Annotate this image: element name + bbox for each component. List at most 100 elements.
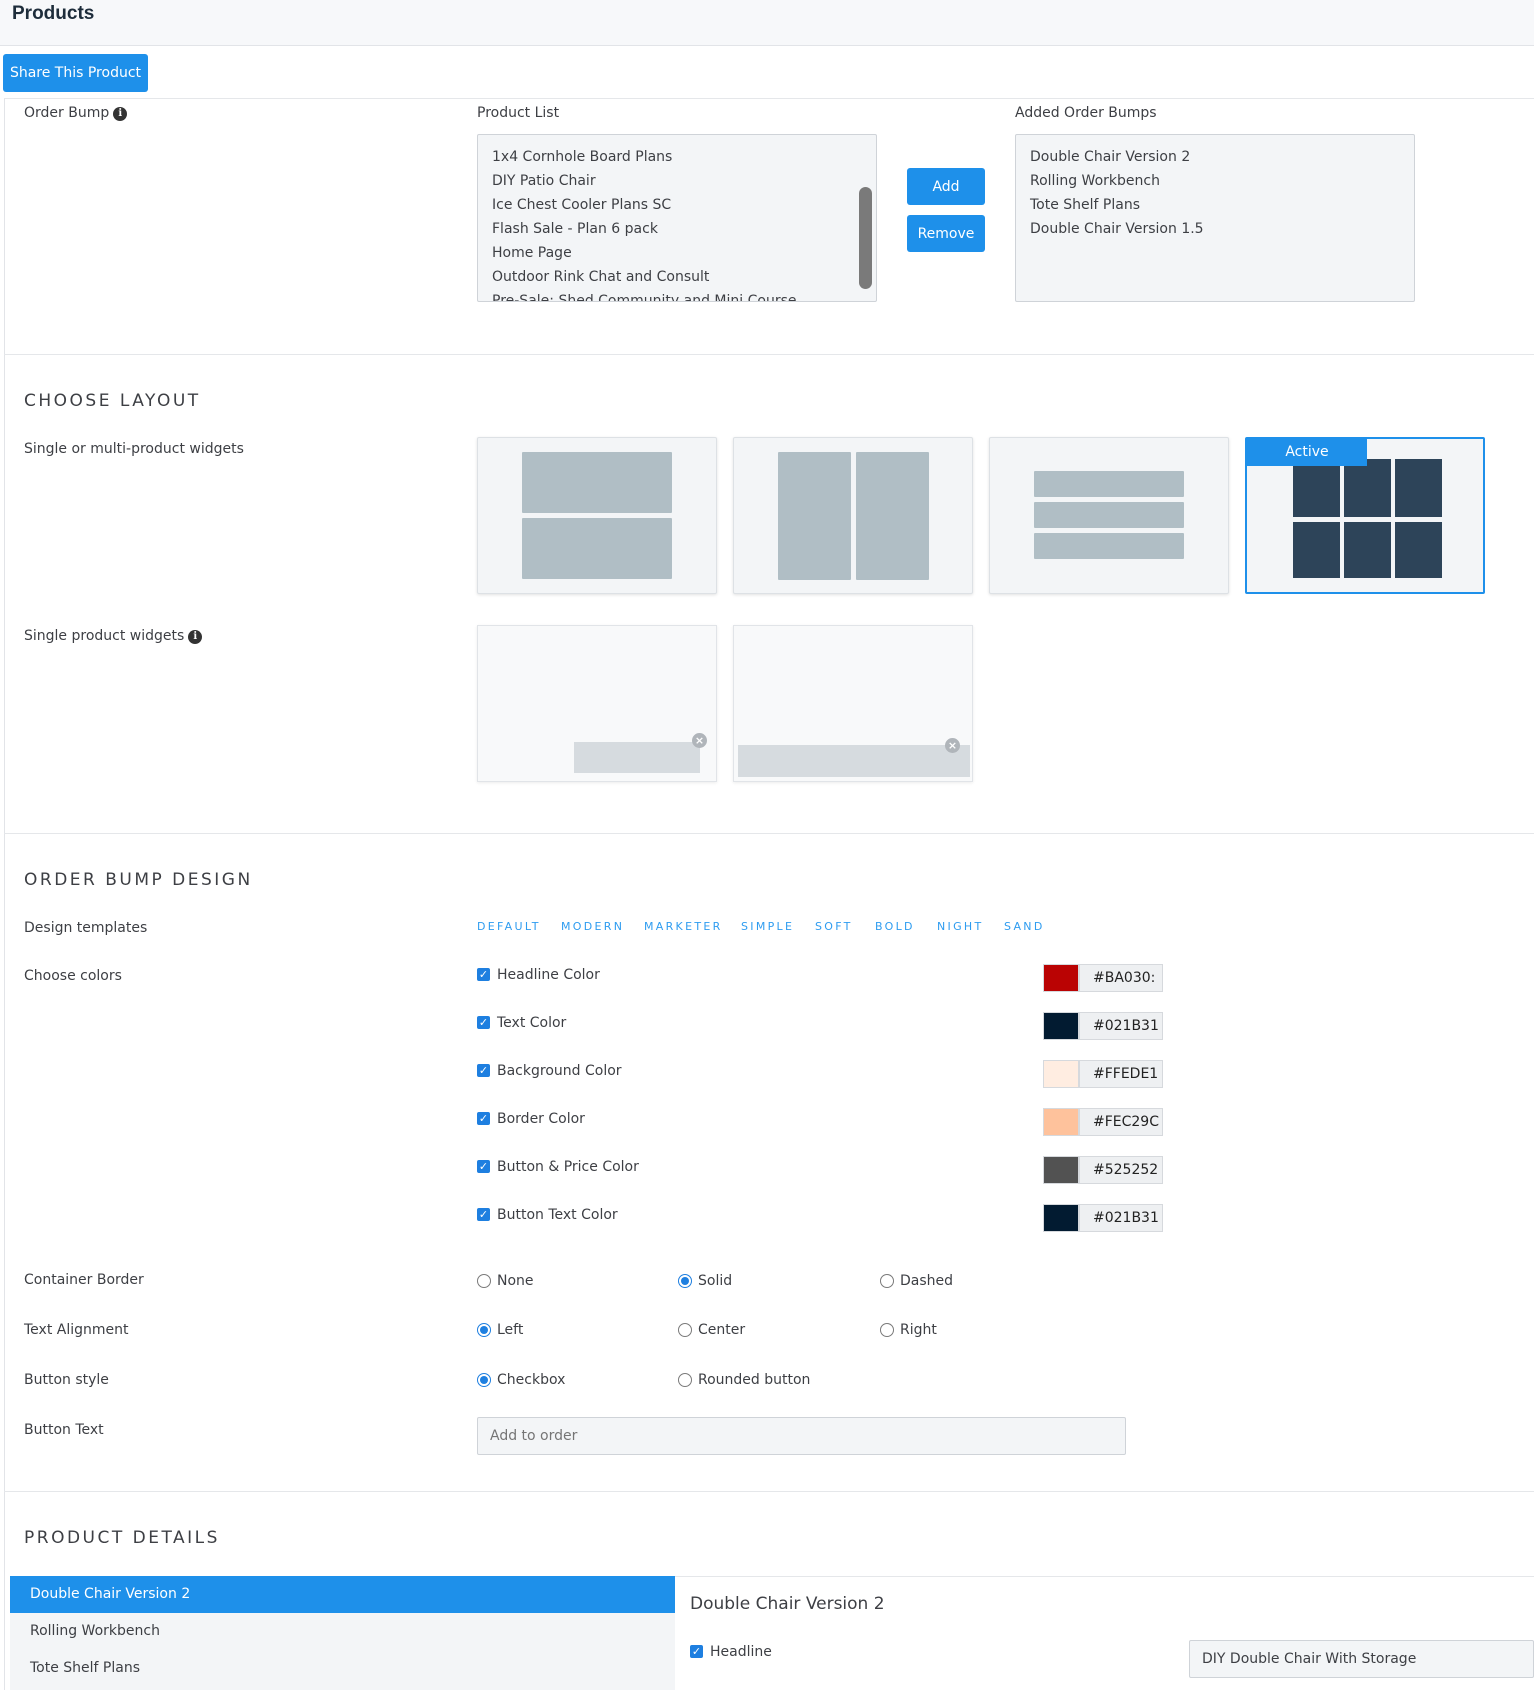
added-order-bumps-select[interactable]: Double Chair Version 2 Rolling Workbench… [1015, 134, 1415, 302]
design-templates-label: Design templates [24, 920, 148, 936]
product-detail-title: Double Chair Version 2 [690, 1594, 885, 1614]
added-order-bumps-title: Added Order Bumps [1015, 105, 1157, 121]
choose-colors-label: Choose colors [24, 968, 122, 984]
color-label: Button Text Color [497, 1207, 618, 1223]
top-bar: Products [0, 0, 1534, 46]
info-circle-icon[interactable]: i [188, 630, 203, 644]
radio-label: Solid [698, 1273, 733, 1289]
button-price-color-checkbox[interactable]: ✓ [477, 1160, 490, 1173]
template-modern[interactable]: MODERN [561, 920, 624, 933]
template-default[interactable]: DEFAULT [477, 920, 541, 933]
color-swatch[interactable] [1043, 964, 1079, 992]
align-right-radio[interactable] [880, 1323, 894, 1337]
template-simple[interactable]: SIMPLE [741, 920, 794, 933]
divider [4, 1491, 1534, 1492]
text-alignment-label: Text Alignment [24, 1322, 129, 1338]
headline-checkbox[interactable]: ✓ [690, 1645, 703, 1658]
button-style-label: Button style [24, 1372, 109, 1388]
radio-label: None [497, 1273, 534, 1289]
list-item[interactable]: Ice Chest Cooler Plans SC [478, 193, 876, 217]
product-list-title: Product List [477, 105, 560, 121]
page-title: Products [12, 3, 95, 24]
divider [4, 833, 1534, 834]
info-circle-icon[interactable]: i [113, 107, 128, 121]
product-list-select[interactable]: 1x4 Cornhole Board Plans DIY Patio Chair… [477, 134, 877, 302]
layout-option-two-columns[interactable] [733, 437, 973, 594]
color-hex-input[interactable]: #021B31 [1079, 1204, 1163, 1232]
color-hex-input[interactable]: #FEC29C [1079, 1108, 1163, 1136]
background-color-checkbox[interactable]: ✓ [477, 1064, 490, 1077]
color-swatch[interactable] [1043, 1108, 1079, 1136]
active-badge: Active [1247, 439, 1367, 466]
align-left-radio[interactable] [477, 1323, 491, 1337]
list-item[interactable]: 1x4 Cornhole Board Plans [478, 145, 876, 169]
product-details-item-selected[interactable]: Double Chair Version 2 [10, 1576, 675, 1613]
radio-label: Center [698, 1322, 746, 1338]
layout-option-three-rows[interactable] [989, 437, 1229, 594]
product-details-item[interactable]: Tote Shelf Plans [10, 1650, 675, 1687]
color-label: Border Color [497, 1111, 585, 1127]
headline-color-checkbox[interactable]: ✓ [477, 968, 490, 981]
list-item[interactable]: Flash Sale - Plan 6 pack [478, 217, 876, 241]
radio-label: Dashed [900, 1273, 954, 1289]
container-border-label: Container Border [24, 1272, 144, 1288]
close-icon: × [692, 733, 707, 748]
single-widgets-label: Single product widgets i [24, 628, 203, 644]
color-hex-input[interactable]: #FFEDE1 [1079, 1060, 1163, 1088]
color-hex-input[interactable]: #525252 [1079, 1156, 1163, 1184]
color-swatch[interactable] [1043, 1012, 1079, 1040]
color-swatch[interactable] [1043, 1060, 1079, 1088]
color-hex-input[interactable]: #BA030: [1079, 964, 1163, 992]
multi-widgets-label: Single or multi-product widgets [24, 441, 244, 457]
list-item[interactable]: Double Chair Version 2 [1016, 145, 1414, 169]
product-details-item[interactable]: Rolling Workbench [10, 1613, 675, 1650]
color-swatch[interactable] [1043, 1204, 1079, 1232]
border-solid-radio[interactable] [678, 1274, 692, 1288]
scrollbar-thumb[interactable] [859, 187, 872, 289]
single-widget-option-floating[interactable]: × [477, 625, 717, 782]
align-center-radio[interactable] [678, 1323, 692, 1337]
divider [4, 98, 1534, 99]
text-color-checkbox[interactable]: ✓ [477, 1016, 490, 1029]
headline-input[interactable] [1189, 1640, 1534, 1678]
border-none-radio[interactable] [477, 1274, 491, 1288]
style-checkbox-radio[interactable] [477, 1373, 491, 1387]
remove-button[interactable]: Remove [907, 215, 985, 252]
button-text-input[interactable] [477, 1417, 1126, 1455]
border-dashed-radio[interactable] [880, 1274, 894, 1288]
template-soft[interactable]: SOFT [815, 920, 853, 933]
border-color-checkbox[interactable]: ✓ [477, 1112, 490, 1125]
style-rounded-button-radio[interactable] [678, 1373, 692, 1387]
list-item[interactable]: Pre-Sale: Shed Community and Mini Course [478, 289, 876, 301]
color-swatch[interactable] [1043, 1156, 1079, 1184]
template-bold[interactable]: BOLD [875, 920, 915, 933]
color-label: Text Color [497, 1015, 567, 1031]
radio-label: Checkbox [497, 1372, 566, 1388]
button-text-color-checkbox[interactable]: ✓ [477, 1208, 490, 1221]
layout-option-two-rows[interactable] [477, 437, 717, 594]
list-item[interactable]: Double Chair Version 1.5 [1016, 217, 1414, 241]
layout-option-grid-active[interactable]: Active [1245, 437, 1485, 594]
radio-label: Left [497, 1322, 524, 1338]
product-details-list: Double Chair Version 2 Rolling Workbench… [10, 1576, 675, 1690]
order-bump-design-title: ORDER BUMP DESIGN [24, 870, 253, 890]
content-left-border [4, 98, 5, 1690]
close-icon: × [945, 738, 960, 753]
product-details-title: PRODUCT DETAILS [24, 1528, 220, 1548]
list-item[interactable]: Outdoor Rink Chat and Consult [478, 265, 876, 289]
color-label: Button & Price Color [497, 1159, 639, 1175]
template-marketer[interactable]: MARKETER [644, 920, 723, 933]
color-hex-input[interactable]: #021B31 [1079, 1012, 1163, 1040]
color-label: Headline Color [497, 967, 600, 983]
list-item[interactable]: Tote Shelf Plans [1016, 193, 1414, 217]
template-night[interactable]: NIGHT [937, 920, 984, 933]
share-product-button[interactable]: Share This Product [3, 54, 148, 92]
template-sand[interactable]: SAND [1004, 920, 1045, 933]
add-button[interactable]: Add [907, 168, 985, 205]
single-widget-option-bar[interactable]: × [733, 625, 973, 782]
color-label: Background Color [497, 1063, 622, 1079]
radio-label: Rounded button [698, 1372, 811, 1388]
list-item[interactable]: DIY Patio Chair [478, 169, 876, 193]
list-item[interactable]: Rolling Workbench [1016, 169, 1414, 193]
list-item[interactable]: Home Page [478, 241, 876, 265]
